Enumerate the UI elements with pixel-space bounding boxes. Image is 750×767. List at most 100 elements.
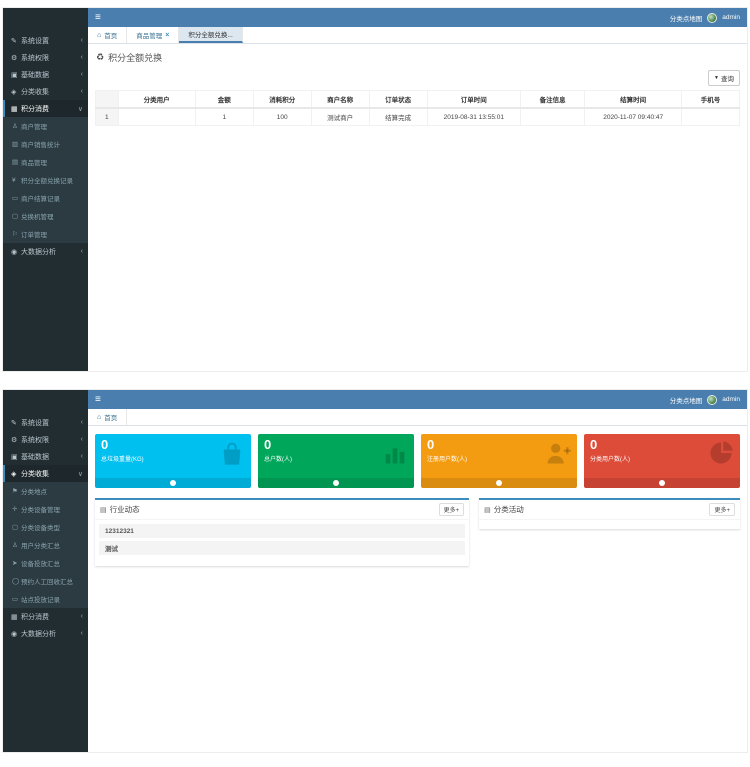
card-more-link[interactable] bbox=[421, 478, 577, 488]
sidebar-item-label: 系统设置 bbox=[21, 36, 49, 46]
avatar[interactable] bbox=[707, 13, 717, 23]
submenu-item-points-redemption-records[interactable]: ¥ 积分全额兑换记录 bbox=[3, 171, 88, 189]
card-more-link[interactable] bbox=[258, 478, 414, 488]
sidebar-item-basic-data[interactable]: ▣ 基础数据 ‹ bbox=[3, 66, 88, 83]
sidebar-item-system-permissions[interactable]: ⚙ 系统权限 ‹ bbox=[3, 49, 88, 66]
submenu-item-order-management[interactable]: ⚐ 订单管理 bbox=[3, 225, 88, 243]
close-icon[interactable]: × bbox=[165, 32, 169, 39]
sidebar-item-label: 积分消费 bbox=[21, 612, 49, 622]
yen-icon: ¥ bbox=[12, 177, 21, 184]
submenu-item-merchant-sales-stats[interactable]: ▥ 商户销售统计 bbox=[3, 135, 88, 153]
chevron-left-icon: ‹ bbox=[81, 71, 83, 78]
panel-body: 12312321 测试 bbox=[95, 520, 469, 563]
chevron-left-icon: ‹ bbox=[81, 88, 83, 95]
sidebar-item-label: 分类收集 bbox=[21, 87, 49, 97]
newspaper-icon: ▤ bbox=[100, 506, 107, 514]
query-button-label: 查询 bbox=[721, 73, 734, 83]
card-more-link[interactable] bbox=[584, 478, 740, 488]
plus-icon: ✛ bbox=[12, 505, 21, 513]
username[interactable]: admin bbox=[722, 14, 740, 21]
sidebar-item-system-settings[interactable]: ✎ 系统设置 ‹ bbox=[3, 414, 88, 431]
tab-bar: ⌂ 首页 商品管理 × 积分全额兑换... bbox=[88, 27, 747, 44]
cell-rownum: 1 bbox=[96, 108, 119, 126]
submenu-item-site-drop-records[interactable]: ▭ 站点投放记录 bbox=[3, 590, 88, 608]
submenu-item-label: 订单管理 bbox=[21, 229, 47, 239]
redemption-table: 分类用户 金额 消耗积分 商户名称 订单状态 订单时间 备注信息 结算时间 手机… bbox=[95, 90, 740, 126]
table-header-row: 分类用户 金额 消耗积分 商户名称 订单状态 订单时间 备注信息 结算时间 手机… bbox=[96, 91, 740, 109]
col-header: 分类用户 bbox=[118, 91, 195, 109]
stat-card-garbage-weight: 0 总垃圾重量(KG) bbox=[95, 434, 251, 488]
sidebar-item-label: 系统权限 bbox=[21, 435, 49, 445]
submenu-item-label: 商户管理 bbox=[21, 121, 47, 131]
more-button[interactable]: 更多+ bbox=[709, 503, 735, 516]
home-icon: ⌂ bbox=[97, 32, 101, 39]
product-icon: ▤ bbox=[12, 158, 21, 166]
news-list-item[interactable]: 测试 bbox=[99, 541, 465, 555]
sidebar-item-big-data-analysis[interactable]: ◉ 大数据分析 ‹ bbox=[3, 625, 88, 642]
home-icon: ⌂ bbox=[97, 414, 101, 421]
send-icon: ➤ bbox=[12, 559, 21, 567]
submenu-item-device-management[interactable]: ✛ 分类设备管理 bbox=[3, 500, 88, 518]
pencil-icon: ✎ bbox=[11, 419, 21, 427]
pie-chart-icon bbox=[707, 439, 735, 467]
sidebar-item-category-collection[interactable]: ◈ 分类收集 ‹ bbox=[3, 83, 88, 100]
sidebar: ✎ 系统设置 ‹ ⚙ 系统权限 ‹ ▣ 基础数据 ‹ ◈ 分类收集 ‹ ▦ 积分… bbox=[3, 8, 88, 371]
sidebar: ✎ 系统设置 ‹ ⚙ 系统权限 ‹ ▣ 基础数据 ‹ ◈ 分类收集 ∨ ⚑ 分类… bbox=[3, 390, 88, 752]
user-plus-icon bbox=[544, 439, 572, 467]
activity-icon: ▤ bbox=[484, 506, 491, 514]
cell-merchant: 测试商户 bbox=[311, 108, 369, 126]
tab-points-redemption[interactable]: 积分全额兑换... bbox=[179, 27, 242, 43]
sidebar-item-basic-data[interactable]: ▣ 基础数据 ‹ bbox=[3, 448, 88, 465]
sidebar-item-points-consumption[interactable]: ▦ 积分消费 ‹ bbox=[3, 608, 88, 625]
map-link[interactable]: 分类点地图 bbox=[670, 13, 703, 23]
submenu-item-product-management[interactable]: ▤ 商品管理 bbox=[3, 153, 88, 171]
avatar[interactable] bbox=[707, 395, 717, 405]
submenu-item-manual-recycle-summary[interactable]: ◯ 预约人工回收汇总 bbox=[3, 572, 88, 590]
collect-icon: ◈ bbox=[11, 88, 21, 96]
more-button[interactable]: 更多+ bbox=[439, 503, 465, 516]
submenu-item-label: 商户销售统计 bbox=[21, 139, 60, 149]
tab-label: 首页 bbox=[104, 30, 117, 40]
tab-home[interactable]: ⌂ 首页 bbox=[88, 27, 127, 43]
submenu-item-device-drop-summary[interactable]: ➤ 设备投放汇总 bbox=[3, 554, 88, 572]
sidebar-item-points-consumption[interactable]: ▦ 积分消费 ∨ bbox=[3, 100, 88, 117]
sidebar-item-category-collection[interactable]: ◈ 分类收集 ∨ bbox=[3, 465, 88, 482]
query-button[interactable]: ▼ 查询 bbox=[708, 70, 740, 86]
tab-bar: ⌂ 首页 bbox=[88, 409, 747, 426]
monitor-icon: ◉ bbox=[11, 630, 21, 638]
tab-home[interactable]: ⌂ 首页 bbox=[88, 409, 127, 425]
submenu-item-category-locations[interactable]: ⚑ 分类地点 bbox=[3, 482, 88, 500]
submenu-item-device-types[interactable]: ▢ 分类设备类型 bbox=[3, 518, 88, 536]
username[interactable]: admin bbox=[722, 396, 740, 403]
hamburger-icon[interactable]: ≡ bbox=[95, 395, 101, 405]
sidebar-item-system-settings[interactable]: ✎ 系统设置 ‹ bbox=[3, 32, 88, 49]
submenu-item-label: 站点投放记录 bbox=[21, 594, 60, 604]
col-header: 订单状态 bbox=[369, 91, 427, 109]
card-more-link[interactable] bbox=[95, 478, 251, 488]
screenshot-dashboard: ✎ 系统设置 ‹ ⚙ 系统权限 ‹ ▣ 基础数据 ‹ ◈ 分类收集 ∨ ⚑ 分类… bbox=[3, 390, 747, 752]
submenu-item-exchange-machine-management[interactable]: ▢ 兑换机管理 bbox=[3, 207, 88, 225]
map-link[interactable]: 分类点地图 bbox=[670, 395, 703, 405]
tab-label: 首页 bbox=[104, 412, 117, 422]
submenu-item-user-category-summary[interactable]: ♙ 用户分类汇总 bbox=[3, 536, 88, 554]
tab-product-management[interactable]: 商品管理 × bbox=[127, 27, 179, 43]
hamburger-icon[interactable]: ≡ bbox=[95, 13, 101, 23]
sidebar-item-label: 基础数据 bbox=[21, 452, 49, 462]
submenu-item-merchant-settlement-records[interactable]: ▭ 商户结算记录 bbox=[3, 189, 88, 207]
col-header: 消耗积分 bbox=[253, 91, 311, 109]
stat-card-category-users: 0 分类用户数(人) bbox=[584, 434, 740, 488]
sidebar-item-system-permissions[interactable]: ⚙ 系统权限 ‹ bbox=[3, 431, 88, 448]
submenu-item-label: 分类设备管理 bbox=[21, 504, 60, 514]
screenshot-points-redemption: ✎ 系统设置 ‹ ⚙ 系统权限 ‹ ▣ 基础数据 ‹ ◈ 分类收集 ‹ ▦ 积分… bbox=[3, 8, 747, 371]
submenu-item-merchant-management[interactable]: ♙ 商户管理 bbox=[3, 117, 88, 135]
sidebar-item-label: 基础数据 bbox=[21, 70, 49, 80]
submenu-item-label: 分类设备类型 bbox=[21, 522, 60, 532]
submenu-item-label: 设备投放汇总 bbox=[21, 558, 60, 568]
flag-icon: ⚑ bbox=[12, 487, 21, 495]
table-row[interactable]: 1 1 100 测试商户 结算完成 2019-08-31 13:55:01 20… bbox=[96, 108, 740, 126]
submenu-item-label: 兑换机管理 bbox=[21, 211, 54, 221]
news-list-item[interactable]: 12312321 bbox=[99, 524, 465, 538]
sidebar-item-big-data-analysis[interactable]: ◉ 大数据分析 ‹ bbox=[3, 243, 88, 260]
page-title: ♻ 积分全额兑换 bbox=[96, 51, 739, 64]
content-area: ♻ 积分全额兑换 ▼ 查询 分类用户 bbox=[88, 44, 747, 371]
